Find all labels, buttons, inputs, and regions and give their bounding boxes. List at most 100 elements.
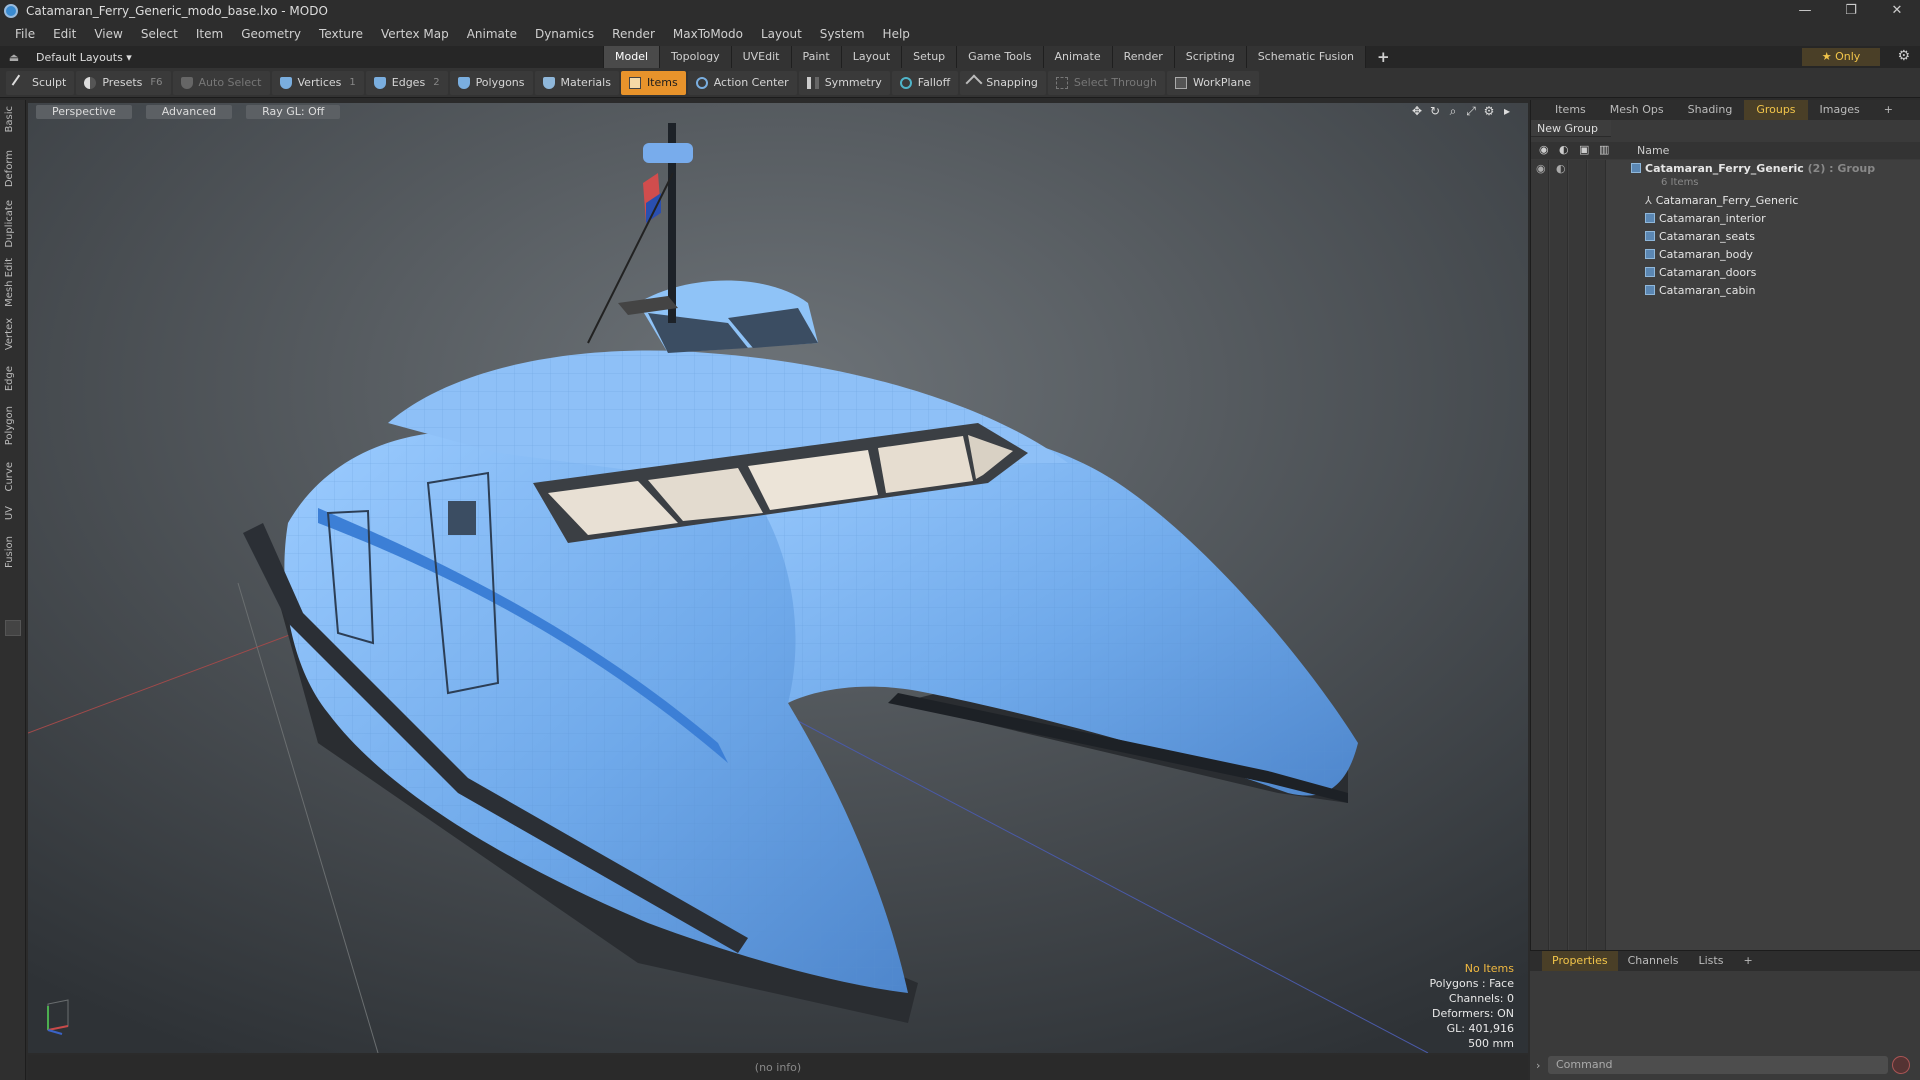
menu-edit[interactable]: Edit: [44, 27, 85, 41]
auto-select-button[interactable]: Auto Select: [172, 70, 270, 95]
tab-game-tools[interactable]: Game Tools: [956, 46, 1043, 68]
minimize-button[interactable]: —: [1782, 0, 1828, 22]
raygl-toggle[interactable]: Ray GL: Off: [246, 105, 341, 119]
menu-view[interactable]: View: [85, 27, 131, 41]
strip-tab-curve[interactable]: Curve: [4, 462, 20, 492]
presets-button[interactable]: Presets F6: [76, 70, 171, 95]
tab-groups[interactable]: Groups: [1744, 100, 1808, 120]
viewport-menu-arrow-icon[interactable]: ▸: [1498, 104, 1516, 119]
vertices-button[interactable]: Vertices 1: [271, 70, 364, 95]
tab-properties[interactable]: Properties: [1542, 951, 1618, 971]
menu-file[interactable]: File: [6, 27, 44, 41]
menu-item[interactable]: Item: [187, 27, 232, 41]
action-center-button[interactable]: Action Center: [687, 70, 797, 95]
tab-layout[interactable]: Layout: [840, 46, 902, 68]
render-icon[interactable]: ◐: [1559, 143, 1569, 156]
command-input[interactable]: Command: [1548, 1056, 1888, 1074]
tab-animate[interactable]: Animate: [1042, 46, 1112, 68]
3d-viewport[interactable]: Perspective Advanced Ray GL: Off ✥ ↻ ⌕ ⤢…: [28, 103, 1528, 1053]
menu-system[interactable]: System: [811, 27, 874, 41]
tab-schematic-fusion[interactable]: Schematic Fusion: [1245, 46, 1366, 68]
menu-vertex-map[interactable]: Vertex Map: [372, 27, 458, 41]
menu-help[interactable]: Help: [874, 27, 919, 41]
menu-render[interactable]: Render: [603, 27, 664, 41]
tab-uvedit[interactable]: UVEdit: [730, 46, 791, 68]
gear-icon[interactable]: ⚙: [1897, 48, 1910, 64]
snapping-button[interactable]: Snapping: [960, 70, 1046, 95]
items-button[interactable]: Items: [620, 70, 686, 95]
tab-setup[interactable]: Setup: [901, 46, 957, 68]
list-item[interactable]: Catamaran_doors: [1531, 264, 1920, 282]
strip-tab-deform[interactable]: Deform: [4, 150, 20, 187]
tab-channels[interactable]: Channels: [1618, 951, 1689, 971]
shading-dropdown[interactable]: Advanced: [145, 105, 233, 119]
tab-render[interactable]: Render: [1111, 46, 1174, 68]
collapse-arrow-icon[interactable]: ⏏: [6, 51, 22, 64]
lock-icon[interactable]: ▣: [1579, 143, 1589, 156]
menu-dynamics[interactable]: Dynamics: [526, 27, 603, 41]
strip-tab-mesh-edit[interactable]: Mesh Edit: [4, 258, 20, 307]
fit-icon[interactable]: ⤢: [1462, 104, 1480, 119]
menu-geometry[interactable]: Geometry: [232, 27, 310, 41]
strip-tab-uv[interactable]: UV: [4, 506, 20, 520]
tab-topology[interactable]: Topology: [659, 46, 731, 68]
name-column-header[interactable]: Name: [1637, 142, 1669, 159]
polygon-icon: [457, 76, 470, 89]
menu-animate[interactable]: Animate: [458, 27, 526, 41]
tab-lists[interactable]: Lists: [1689, 951, 1734, 971]
list-item[interactable]: Catamaran_interior: [1531, 210, 1920, 228]
layouts-dropdown[interactable]: Default Layouts ▾: [36, 51, 132, 64]
list-item[interactable]: Catamaran_seats: [1531, 228, 1920, 246]
workplane-button[interactable]: WorkPlane: [1166, 70, 1259, 95]
add-panel-tab-button[interactable]: +: [1872, 100, 1905, 120]
tab-shading[interactable]: Shading: [1676, 100, 1745, 120]
zoom-icon[interactable]: ⌕: [1444, 104, 1462, 119]
falloff-button[interactable]: Falloff: [891, 70, 959, 95]
command-execute-button[interactable]: [1892, 1056, 1910, 1074]
strip-tab-basic[interactable]: Basic: [4, 106, 20, 132]
panel-tabs: Items Mesh Ops Shading Groups Images +: [1531, 100, 1920, 120]
tab-items[interactable]: Items: [1543, 100, 1598, 120]
strip-tab-vertex[interactable]: Vertex: [4, 318, 20, 350]
pan-icon[interactable]: ✥: [1408, 104, 1426, 119]
rotate-icon[interactable]: ↻: [1426, 104, 1444, 119]
symmetry-button[interactable]: Symmetry: [798, 70, 890, 95]
strip-tab-polygon[interactable]: Polygon: [4, 406, 20, 445]
select-icon[interactable]: ▥: [1599, 143, 1609, 156]
strip-tab-duplicate[interactable]: Duplicate: [4, 200, 20, 248]
add-properties-tab-button[interactable]: +: [1733, 951, 1762, 971]
material-icon: [542, 76, 555, 89]
close-button[interactable]: ✕: [1874, 0, 1920, 22]
strip-tab-edge[interactable]: Edge: [4, 366, 20, 391]
materials-button[interactable]: Materials: [534, 70, 619, 95]
tab-images[interactable]: Images: [1808, 100, 1872, 120]
tab-scripting[interactable]: Scripting: [1173, 46, 1246, 68]
strip-toggle-button[interactable]: [5, 620, 21, 636]
only-toggle[interactable]: ★ Only: [1802, 48, 1880, 66]
viewport-scene: [28, 103, 1528, 1053]
sculpt-button[interactable]: Sculpt: [6, 70, 75, 95]
new-group-button[interactable]: New Group: [1531, 120, 1611, 137]
viewport-settings-icon[interactable]: ⚙: [1480, 104, 1498, 119]
strip-tab-fusion[interactable]: Fusion: [4, 536, 20, 568]
menu-texture[interactable]: Texture: [310, 27, 372, 41]
perspective-dropdown[interactable]: Perspective: [36, 105, 132, 119]
shield-icon: [180, 76, 193, 89]
list-item[interactable]: ⅄ Catamaran_Ferry_Generic: [1531, 192, 1920, 210]
list-item[interactable]: Catamaran_body: [1531, 246, 1920, 264]
list-item[interactable]: Catamaran_cabin: [1531, 282, 1920, 300]
snapping-label: Snapping: [986, 76, 1038, 89]
visibility-eye-icon[interactable]: ◉: [1539, 143, 1549, 156]
add-tab-button[interactable]: +: [1365, 46, 1401, 68]
menu-maxtomodo[interactable]: MaxToModo: [664, 27, 752, 41]
maximize-button[interactable]: ❐: [1828, 0, 1874, 22]
tab-mesh-ops[interactable]: Mesh Ops: [1598, 100, 1676, 120]
tab-paint[interactable]: Paint: [790, 46, 841, 68]
select-through-button[interactable]: Select Through: [1047, 70, 1165, 95]
edges-button[interactable]: Edges 2: [365, 70, 448, 95]
menu-layout[interactable]: Layout: [752, 27, 811, 41]
tab-model[interactable]: Model: [603, 46, 660, 68]
menu-select[interactable]: Select: [132, 27, 187, 41]
polygons-button[interactable]: Polygons: [449, 70, 533, 95]
mesh-icon: [1645, 231, 1655, 241]
